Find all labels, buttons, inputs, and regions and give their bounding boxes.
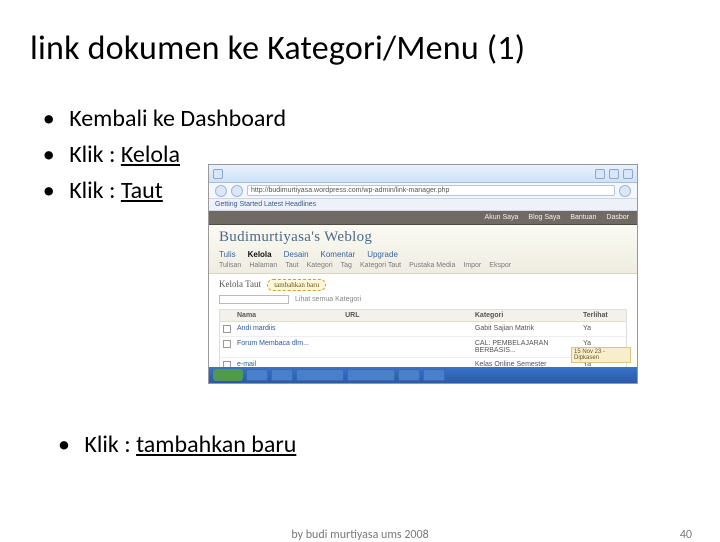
tab-blog: Blog Saya <box>528 214 560 221</box>
checkbox-icon <box>223 340 231 348</box>
taskbar-item <box>246 369 268 381</box>
subnav-item: Taut <box>285 262 298 269</box>
taskbar-item <box>296 369 344 381</box>
table-row: Andi mardiis Gabit Sajian Matrik Ya <box>220 322 626 337</box>
tab-dasbor: Dasbor <box>606 214 629 221</box>
subnav-item: Tulisan <box>219 262 241 269</box>
address-bar: http://budimurtiyasa.wordpress.com/wp-ad… <box>247 185 615 196</box>
subnav-item: Halaman <box>249 262 277 269</box>
wp-header: Budimurtiyasa's Weblog Tulis Kelola Desa… <box>209 225 637 274</box>
taskbar-item <box>398 369 420 381</box>
nav-forward-icon <box>231 185 243 197</box>
window-min-icon <box>595 169 605 179</box>
nav-tulis: Tulis <box>219 250 236 259</box>
nav-desain: Desain <box>284 250 309 259</box>
filters-row: Lihat semua Kategori <box>209 293 637 306</box>
subnav-item: Kategori Taut <box>360 262 401 269</box>
embedded-screenshot: http://budimurtiyasa.wordpress.com/wp-ad… <box>208 164 638 384</box>
nav-upgrade: Upgrade <box>367 250 398 259</box>
wp-top-tabs: Akun Saya Blog Saya Bantuan Dasbor <box>209 211 637 225</box>
window-button <box>213 169 223 179</box>
browser-titlebar <box>209 165 637 183</box>
wp-nav: Tulis Kelola Desain Komentar Upgrade <box>219 250 627 259</box>
subnav-item: Pustaka Media <box>409 262 455 269</box>
tab-bantuan: Bantuan <box>570 214 596 221</box>
link-tambahkan-baru: tambahkan baru <box>136 430 296 459</box>
table-row: Forum Membaca dlm... CAL: PEMBELAJARAN B… <box>220 337 626 358</box>
link-kelola: Kelola <box>121 140 180 169</box>
blog-title: Budimurtiyasa's Weblog <box>219 229 627 246</box>
subnav-item: Kategori <box>307 262 333 269</box>
nav-kelola: Kelola <box>248 250 272 259</box>
notification-box: 15 Nov 23 - Dipkasen <box>571 347 631 363</box>
add-new-link: tambahkan baru <box>267 279 326 291</box>
filter-select <box>219 295 289 304</box>
links-table: Nama URL Kategori Terlihat Andi mardiis … <box>219 309 627 374</box>
subnav-item: Tag <box>341 262 352 269</box>
windows-taskbar <box>209 367 637 383</box>
nav-komentar: Komentar <box>321 250 356 259</box>
wp-subnav: Tulisan Halaman Taut Kategori Tag Katego… <box>219 262 627 269</box>
bullet-list-lower: Klik : tambahkan baru <box>58 430 296 459</box>
bullet-1: Kembali ke Dashboard <box>38 101 690 137</box>
tab-akun: Akun Saya <box>485 214 519 221</box>
link-taut: Taut <box>121 176 163 205</box>
taskbar-item <box>423 369 445 381</box>
slide-title: link dokumen ke Kategori/Menu (1) <box>30 28 690 69</box>
browser-toolbar: http://budimurtiyasa.wordpress.com/wp-ad… <box>209 183 637 199</box>
taskbar-item <box>271 369 293 381</box>
window-max-icon <box>609 169 619 179</box>
section-heading: Kelola Taut tambahkan baru <box>209 274 637 293</box>
bookmarks-bar: Getting Started Latest Headlines <box>209 199 637 211</box>
filter-label: Lihat semua Kategori <box>295 296 361 303</box>
table-header: Nama URL Kategori Terlihat <box>220 310 626 322</box>
nav-back-icon <box>215 185 227 197</box>
bullet-4: Klik : tambahkan baru <box>58 430 296 459</box>
checkbox-icon <box>223 325 231 333</box>
subnav-item: Ekspor <box>489 262 511 269</box>
taskbar-item <box>347 369 395 381</box>
start-button-icon <box>213 369 243 381</box>
subnav-item: Impor <box>463 262 481 269</box>
nav-go-icon <box>619 185 631 197</box>
window-close-icon <box>623 169 633 179</box>
